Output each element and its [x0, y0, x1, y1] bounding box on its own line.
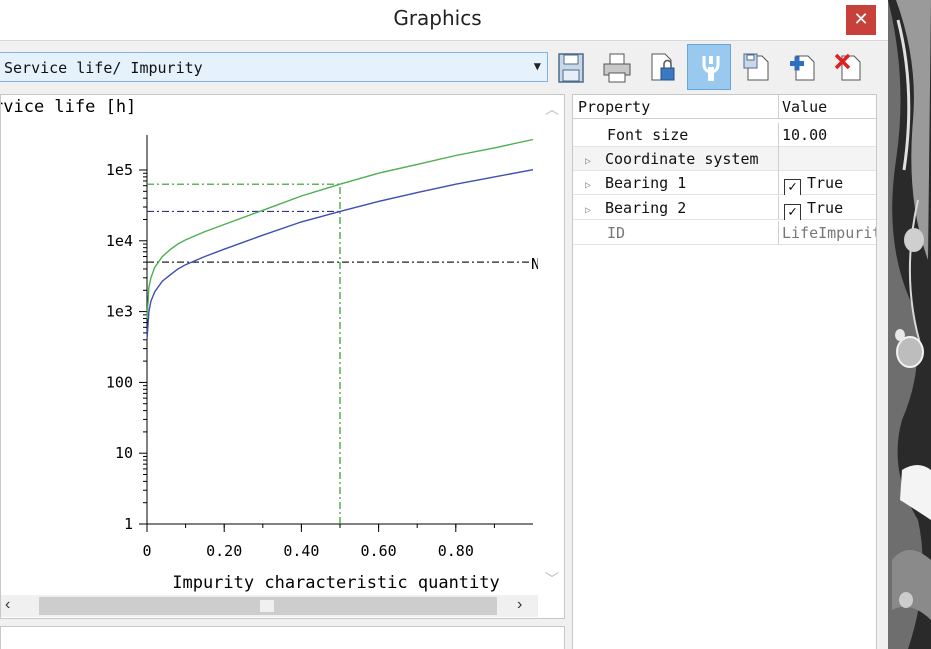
- property-name: Coordinate system: [605, 150, 759, 168]
- property-grid: Property Value Font size 10.00 ▷ Coordina…: [572, 94, 877, 649]
- y-axis-label: rvice life [h]: [1, 97, 136, 117]
- vertical-scrollbar[interactable]: ︿ ﹀: [538, 95, 564, 591]
- checkbox-checked-icon[interactable]: ✓: [784, 204, 801, 220]
- horizontal-scrollbar[interactable]: ‹ ›: [1, 595, 538, 617]
- export-lock-icon: [651, 53, 675, 81]
- bottom-panel: [0, 626, 565, 649]
- property-name: Bearing 1: [605, 174, 687, 192]
- plot-panel: 1 10 100 1e3 1e4 1e5 0 0.20 0.40 0.60 0.80 rvice li…: [0, 94, 565, 619]
- property-name: ID: [607, 224, 626, 242]
- property-value[interactable]: 10.00: [778, 123, 876, 147]
- value-column-header[interactable]: Value: [778, 95, 876, 119]
- y-tick-label: 1e5: [106, 161, 133, 179]
- property-row-font-size[interactable]: Font size 10.00: [573, 123, 876, 147]
- property-grid-header: Property Value: [573, 95, 876, 119]
- x-tick-label: 0: [142, 542, 151, 560]
- x-axis-label: Impurity characteristic quantity: [172, 573, 500, 593]
- property-value: LifeImpurit: [778, 221, 876, 245]
- x-tick-label: 0.60: [361, 542, 397, 560]
- property-name: Font size: [607, 126, 689, 144]
- window-title: Graphics: [393, 6, 482, 30]
- save-page-button[interactable]: [734, 44, 778, 90]
- save-page-icon: [743, 53, 769, 81]
- property-column-header[interactable]: Property: [573, 95, 778, 119]
- expand-triangle-icon[interactable]: ▷: [585, 150, 597, 171]
- x-tick-label: 0.40: [283, 542, 319, 560]
- property-value: True: [807, 174, 844, 192]
- scroll-right-icon[interactable]: ›: [517, 596, 522, 614]
- horizontal-scroll-thumb[interactable]: [260, 600, 274, 612]
- property-value: True: [807, 199, 844, 217]
- add-page-icon: [790, 55, 815, 81]
- horizontal-scroll-track[interactable]: [39, 597, 497, 615]
- print-icon: [603, 53, 631, 83]
- expand-triangle-icon[interactable]: ▷: [585, 199, 597, 220]
- checkbox-checked-icon[interactable]: ✓: [784, 179, 801, 195]
- truncated-line-label: N: [531, 255, 538, 273]
- y-tick-label: 1: [124, 515, 133, 533]
- settings-tool-button[interactable]: [687, 44, 731, 90]
- y-tick-label: 10: [115, 444, 133, 462]
- y-tick-label: 1e4: [106, 232, 133, 250]
- view-dropdown-value: Service life/ Impurity: [4, 59, 203, 77]
- settings-tool-icon: [702, 56, 720, 81]
- title-bar: Graphics ✕: [0, 0, 888, 40]
- save-icon: [558, 53, 584, 83]
- close-button[interactable]: ✕: [846, 5, 876, 35]
- scroll-down-icon[interactable]: ﹀: [545, 569, 559, 589]
- property-row-coordinate-system[interactable]: ▷ Coordinate system: [573, 147, 876, 171]
- life-impurity-chart: 1 10 100 1e3 1e4 1e5 0 0.20 0.40 0.60 0.80 rvice li…: [1, 97, 538, 593]
- delete-page-button[interactable]: [826, 44, 870, 90]
- property-row-bearing-2[interactable]: ▷ Bearing 2 ✓ True: [573, 196, 876, 220]
- property-value: [778, 147, 876, 171]
- y-tick-label: 1e3: [106, 303, 133, 321]
- x-tick-label: 0.20: [206, 542, 242, 560]
- property-row-bearing-1[interactable]: ▷ Bearing 1 ✓ True: [573, 171, 876, 195]
- property-row-id[interactable]: ID LifeImpurit: [573, 221, 876, 245]
- series-line-2: [146, 169, 534, 340]
- scroll-left-icon[interactable]: ‹: [5, 596, 10, 614]
- save-button[interactable]: [548, 44, 592, 90]
- background-photo: [888, 0, 931, 649]
- print-button[interactable]: [594, 44, 638, 90]
- property-name: Bearing 2: [605, 199, 687, 217]
- export-button[interactable]: [640, 44, 684, 90]
- dropdown-arrow-icon[interactable]: ▼: [534, 59, 541, 73]
- delete-page-icon: [834, 53, 861, 81]
- y-tick-label: 100: [106, 373, 133, 391]
- x-tick-label: 0.80: [438, 542, 474, 560]
- add-page-button[interactable]: [780, 44, 824, 90]
- expand-triangle-icon[interactable]: ▷: [585, 174, 597, 195]
- scroll-up-icon[interactable]: ︿: [545, 99, 559, 119]
- view-dropdown[interactable]: Service life/ Impurity ▼: [0, 52, 548, 82]
- background-photo-image: [888, 0, 931, 649]
